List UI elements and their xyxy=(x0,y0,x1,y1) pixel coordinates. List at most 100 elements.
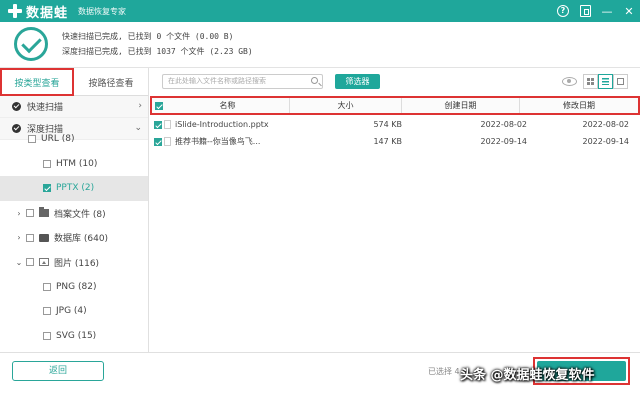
select-all-cell xyxy=(152,98,166,113)
search-placeholder: 在此处输入文件名称或路径搜索 xyxy=(168,77,266,85)
file-modified: 2022-08-02 xyxy=(582,120,630,129)
help-button[interactable]: ? xyxy=(552,0,574,22)
file-name-cell: 推荐书籍--你当像鸟飞... xyxy=(162,136,292,147)
app-name: 数据蛙 xyxy=(26,5,69,21)
tree-item-label: HTM (10) xyxy=(56,158,98,169)
file-name: 推荐书籍--你当像鸟飞... xyxy=(175,137,261,146)
deep-scan-status: 深度扫描已完成, 已找到 1037 个文件 (2.23 GB) xyxy=(62,47,253,56)
folder-icon xyxy=(39,207,49,218)
tree-item-archives[interactable]: › 档案文件 (8) xyxy=(0,201,148,226)
file-size: 147 KB xyxy=(373,137,402,146)
checkbox[interactable] xyxy=(26,209,34,218)
file-name: iSlide-Introduction.pptx xyxy=(175,120,269,129)
view-tabs: 按类型查看 按路径查看 xyxy=(0,68,148,96)
tree-item-label: 数据库 (640) xyxy=(54,234,109,245)
tab-by-path[interactable]: 按路径查看 xyxy=(74,68,148,96)
minimize-button[interactable]: — xyxy=(596,0,618,22)
tree-item-png[interactable]: PNG (82) xyxy=(0,275,148,300)
tree-item-database[interactable]: › 数据库 (640) xyxy=(0,225,148,250)
plus-logo-icon xyxy=(8,4,22,18)
row-checkbox[interactable] xyxy=(154,137,162,146)
footer-bar: 返回 已选择 4 头条 @数据蛙恢复软件 xyxy=(0,352,640,393)
row-checkbox-cell xyxy=(150,120,162,129)
tree-item-jpg[interactable]: JPG (4) xyxy=(0,299,148,324)
select-all-checkbox[interactable] xyxy=(155,101,163,110)
file-size: 574 KB xyxy=(373,120,402,129)
checkbox[interactable] xyxy=(43,332,51,341)
close-button[interactable]: ✕ xyxy=(618,0,640,22)
checkbox-checked[interactable] xyxy=(43,184,51,193)
tree-item-label: JPG (4) xyxy=(56,306,87,317)
minimize-icon: — xyxy=(601,4,613,18)
check-circle-icon xyxy=(12,102,21,111)
window-controls: ? — ✕ xyxy=(552,0,640,22)
quick-scan-mode[interactable]: 快速扫描 › xyxy=(0,96,148,118)
tree-item-svg[interactable]: SVG (15) xyxy=(0,324,148,349)
list-view-button[interactable] xyxy=(598,74,613,89)
view-controls xyxy=(562,74,628,89)
column-created[interactable]: 创建日期 xyxy=(402,98,520,113)
tree-item-label: PPTX (2) xyxy=(56,183,95,194)
checkbox[interactable] xyxy=(43,159,51,168)
app-logo: 数据蛙 数据恢复专家 xyxy=(8,2,126,21)
chevron-right-icon[interactable]: › xyxy=(12,209,26,218)
app-subtitle: 数据恢复专家 xyxy=(78,6,127,16)
checkbox[interactable] xyxy=(43,307,51,316)
tree-item-images[interactable]: ⌄ 图片 (116) xyxy=(0,250,148,275)
detail-icon xyxy=(617,78,624,85)
help-icon: ? xyxy=(557,5,569,17)
file-created: 2022-08-02 xyxy=(480,120,528,129)
file-icon xyxy=(164,137,171,146)
search-icon[interactable] xyxy=(311,77,318,84)
tree-item-label: 图片 (116) xyxy=(54,258,100,269)
chevron-down-icon[interactable]: ⌄ xyxy=(12,258,26,267)
column-modified[interactable]: 修改日期 xyxy=(520,98,638,113)
column-name[interactable]: 名称 xyxy=(166,98,290,113)
preview-eye-icon[interactable] xyxy=(562,77,577,86)
search-input[interactable]: 在此处输入文件名称或路径搜索 xyxy=(162,74,323,89)
file-icon xyxy=(164,120,171,129)
checkbox[interactable] xyxy=(28,135,36,144)
image-icon xyxy=(39,258,49,267)
scan-complete-icon xyxy=(14,27,48,61)
file-name-cell: iSlide-Introduction.pptx xyxy=(162,120,292,129)
table-row[interactable]: iSlide-Introduction.pptx 574 KB 2022-08-… xyxy=(150,116,640,133)
column-size[interactable]: 大小 xyxy=(290,98,402,113)
file-created: 2022-09-14 xyxy=(480,137,528,146)
tree-item-label: SVG (15) xyxy=(56,331,97,342)
chevron-right-icon[interactable]: › xyxy=(12,233,26,242)
tree-item-pptx[interactable]: PPTX (2) xyxy=(0,176,148,201)
tree-item-label: URL (8) xyxy=(41,134,75,145)
list-icon xyxy=(602,78,609,85)
file-toolbar: 在此处输入文件名称或路径搜索 筛选器 xyxy=(150,68,640,96)
row-checkbox[interactable] xyxy=(154,120,162,129)
checkbox[interactable] xyxy=(26,258,34,267)
file-type-tree: URL (8) HTM (10) PPTX (2) › 档案文件 (8) › 数… xyxy=(0,127,148,348)
scan-status: 快速扫描已完成, 已找到 0 个文件 (0.00 B) 深度扫描已完成, 已找到… xyxy=(0,22,640,68)
watermark-text: 头条 @数据蛙恢复软件 xyxy=(460,368,595,383)
database-icon xyxy=(39,233,49,242)
table-header: 名称 大小 创建日期 修改日期 xyxy=(150,96,640,115)
detail-view-button[interactable] xyxy=(613,74,628,89)
quick-scan-status: 快速扫描已完成, 已找到 0 个文件 (0.00 B) xyxy=(62,32,234,41)
selected-count: 已选择 4 xyxy=(428,367,460,376)
tree-item-htm[interactable]: HTM (10) xyxy=(0,152,148,177)
grid-icon xyxy=(587,78,594,85)
tree-item-label: 档案文件 (8) xyxy=(54,209,106,220)
title-bar: 数据蛙 数据恢复专家 ? — ✕ xyxy=(0,0,640,22)
pin-button[interactable] xyxy=(574,0,596,22)
file-modified: 2022-09-14 xyxy=(582,137,630,146)
table-row[interactable]: 推荐书籍--你当像鸟飞... 147 KB 2022-09-14 2022-09… xyxy=(150,133,640,150)
scan-mode-label: 快速扫描 xyxy=(27,103,64,113)
grid-view-button[interactable] xyxy=(583,74,598,89)
tab-by-type[interactable]: 按类型查看 xyxy=(0,68,74,96)
checkbox[interactable] xyxy=(43,282,51,291)
back-button[interactable]: 返回 xyxy=(12,361,104,381)
checkbox[interactable] xyxy=(26,233,34,242)
filter-button[interactable]: 筛选器 xyxy=(335,74,380,89)
chevron-right-icon: › xyxy=(138,101,142,111)
file-list: iSlide-Introduction.pptx 574 KB 2022-08-… xyxy=(150,116,640,150)
close-icon: ✕ xyxy=(624,4,634,18)
tree-item-label: PNG (82) xyxy=(56,281,97,292)
tree-item-url[interactable]: URL (8) xyxy=(0,127,148,152)
